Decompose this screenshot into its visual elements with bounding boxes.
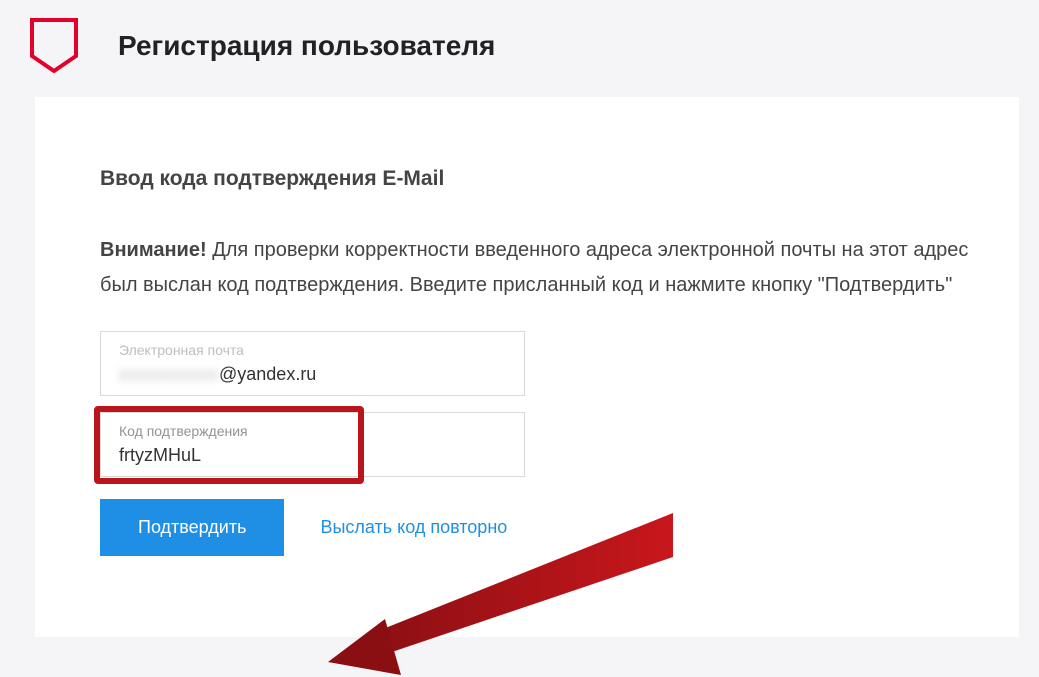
code-label: Код подтверждения — [119, 423, 506, 439]
attention-text: Для проверки корректности введенного адр… — [100, 239, 968, 296]
confirm-button[interactable]: Подтвердить — [100, 499, 284, 556]
email-label: Электронная почта — [119, 342, 506, 358]
logo-icon — [30, 18, 78, 73]
code-field-wrap: Код подтверждения — [100, 412, 525, 477]
email-visible-part: @yandex.ru — [219, 364, 316, 384]
code-input[interactable] — [119, 445, 506, 466]
attention-paragraph: Внимание! Для проверки корректности введ… — [100, 233, 970, 303]
email-field-box: Электронная почта xxxxxxxxxx@yandex.ru — [100, 331, 525, 396]
page-header: Регистрация пользователя — [0, 0, 1039, 97]
content-card: Ввод кода подтверждения E-Mail Внимание!… — [35, 97, 1019, 637]
attention-label: Внимание! — [100, 239, 207, 261]
page-title: Регистрация пользователя — [118, 30, 495, 62]
email-hidden-part: xxxxxxxxxx — [119, 364, 219, 384]
action-row: Подтвердить Выслать код повторно — [100, 499, 1019, 556]
email-value: xxxxxxxxxx@yandex.ru — [119, 364, 316, 384]
code-field-box[interactable]: Код подтверждения — [100, 412, 525, 477]
resend-link[interactable]: Выслать код повторно — [320, 517, 507, 538]
section-title: Ввод кода подтверждения E-Mail — [100, 167, 1019, 191]
